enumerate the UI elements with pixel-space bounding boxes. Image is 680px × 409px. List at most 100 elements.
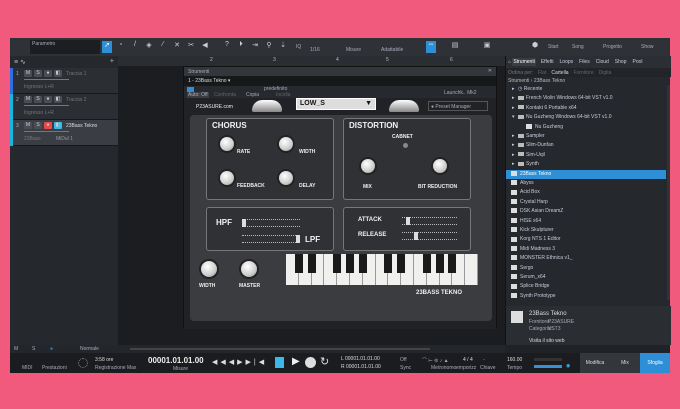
white-key[interactable] — [465, 254, 478, 285]
rewind-buttons-icon[interactable]: ◀◀◀▶▶|◀ — [212, 358, 267, 366]
browser-item[interactable]: Splice Bridge — [506, 282, 666, 291]
hpf-slider[interactable] — [242, 219, 300, 227]
add-track-icon[interactable]: + — [110, 58, 114, 65]
list-icon[interactable]: ≡ — [14, 59, 18, 66]
expand-arrow-icon[interactable]: ▸ — [512, 151, 515, 160]
width-master-knob[interactable] — [201, 261, 217, 277]
browser-item[interactable]: ▸ French Violin Windows 64-bit VST v1.0 — [506, 94, 666, 103]
browser-tab[interactable]: Effetti — [540, 58, 555, 66]
sort-option[interactable]: Fornitore — [574, 70, 594, 76]
black-key[interactable] — [448, 254, 457, 273]
browser-tab[interactable]: Files — [578, 58, 591, 66]
input-select[interactable]: Ingresso L+R — [24, 84, 54, 90]
black-key[interactable] — [346, 254, 354, 273]
solo-button[interactable]: S — [34, 96, 42, 103]
mix-knob[interactable] — [361, 159, 375, 173]
release-slider[interactable] — [402, 232, 457, 240]
song-button[interactable]: Song — [572, 44, 584, 50]
zoom-icon[interactable]: ⚲ — [264, 41, 274, 49]
midi-channel-select[interactable]: MiDul 1 — [56, 136, 73, 142]
snap-select[interactable]: Adattabile — [381, 47, 403, 53]
input-select[interactable]: 23Bass — [24, 136, 41, 142]
feedback-knob[interactable] — [220, 171, 234, 185]
project-button[interactable]: Progetto — [603, 44, 622, 50]
browser-item[interactable]: 23Bass Tekno — [506, 169, 666, 179]
slider-thumb[interactable] — [296, 235, 300, 243]
track-name[interactable]: Traccia 1 — [66, 71, 86, 77]
expand-arrow-icon[interactable]: ▸ — [512, 85, 515, 94]
browser-item[interactable]: MONSTER Ethnica v1_ — [506, 254, 666, 263]
black-key[interactable] — [294, 254, 303, 273]
help-icon[interactable]: ? — [222, 41, 232, 48]
browser-item[interactable]: HISE x64 — [506, 217, 666, 226]
browser-item[interactable]: Abyss — [506, 179, 666, 188]
volume-slider[interactable] — [24, 131, 69, 132]
paint-tool-icon[interactable]: ⁄ — [158, 41, 168, 48]
bit-reduction-knob[interactable] — [433, 159, 447, 173]
monitor-icon[interactable]: ● — [50, 346, 53, 352]
split-tool-icon[interactable]: ✂ — [186, 41, 196, 49]
delay-knob[interactable] — [279, 171, 293, 185]
master-volume-slider[interactable] — [534, 365, 562, 368]
metronome-label[interactable]: Metronomo — [431, 365, 456, 371]
record-mode-select[interactable]: Normale — [80, 346, 99, 352]
browse-button[interactable]: Sfoglia — [640, 353, 670, 373]
website-link[interactable]: Visita il sito web — [529, 338, 564, 344]
record-button[interactable] — [305, 357, 316, 368]
autoscroll-icon[interactable]: ⏵ — [236, 41, 246, 49]
tempo-value[interactable]: 160.00 — [507, 357, 522, 363]
browser-item[interactable]: Serum_x64 — [506, 273, 666, 282]
master-knob[interactable] — [241, 261, 257, 277]
browser-item[interactable]: Crystal Harp — [506, 198, 666, 207]
eraser-tool-icon[interactable]: ◈ — [144, 41, 154, 49]
loop-left[interactable]: 00001.01.01.00 — [345, 356, 380, 362]
time-signature[interactable]: 4 / 4 — [463, 357, 473, 363]
browser-item[interactable]: Midi Madness 3 — [506, 245, 666, 254]
solo-button[interactable]: S — [34, 122, 42, 129]
metronome-icons[interactable]: ⌒ ⊢ ⊚ ♪ ▲ — [422, 357, 449, 364]
volume-slider[interactable] — [24, 79, 69, 80]
black-key[interactable] — [422, 254, 431, 273]
plugin-window-titlebar[interactable]: Strumenti ✕ — [184, 67, 496, 76]
attack-slider[interactable] — [402, 217, 457, 225]
lpf-slider[interactable] — [242, 235, 300, 243]
mute-button[interactable]: M — [24, 96, 32, 103]
expand-arrow-icon[interactable]: ▸ — [512, 160, 515, 169]
channel-icon[interactable]: ▣ — [482, 41, 492, 49]
browser-tab[interactable]: Cloud — [595, 58, 610, 66]
browser-scrollbar[interactable] — [667, 85, 670, 300]
browser-item[interactable]: Korg NTS 1 Editor — [506, 235, 666, 244]
sync-toggle[interactable]: Off — [400, 357, 407, 363]
solo-button[interactable]: S — [34, 70, 42, 77]
timeline-ruler[interactable]: 2 3 4 5 6 — [118, 56, 505, 66]
site-link[interactable]: P23ASURE.com — [196, 104, 233, 110]
browser-item[interactable]: Nu Guzheng — [506, 123, 666, 132]
sort-option[interactable]: Digita — [599, 70, 612, 76]
arrow-tool-icon[interactable]: ➚ — [102, 41, 112, 53]
key-value[interactable]: - — [483, 357, 485, 363]
sort-option[interactable]: Flat — [538, 70, 546, 76]
expand-arrow-icon[interactable]: ▸ — [512, 104, 515, 113]
stop-button[interactable] — [275, 357, 284, 368]
mute-button[interactable]: M — [24, 70, 32, 77]
play-button[interactable]: ▶ — [292, 356, 300, 367]
browser-item[interactable]: ▸ Slim-Dunfan — [506, 141, 666, 150]
cabinet-toggle[interactable] — [403, 143, 408, 148]
snap-icon[interactable]: ⇣ — [278, 41, 288, 49]
browser-item[interactable]: ▸ Kontakt 6 Portable x64 — [506, 104, 666, 113]
monitor-button[interactable]: ◧ — [54, 96, 62, 103]
input-select[interactable]: Ingresso L+R — [24, 110, 54, 116]
record-arm-button[interactable]: ● — [44, 122, 52, 129]
loop-button[interactable]: ↻ — [320, 355, 329, 368]
range-tool-icon[interactable]: ▫ — [116, 41, 126, 48]
parameter-select[interactable]: Parametro — [30, 40, 100, 54]
browser-item[interactable]: Acid Box — [506, 188, 666, 197]
modify-button[interactable]: Modifica — [580, 353, 610, 373]
snap-toggle-icon[interactable]: ⇔ — [426, 41, 436, 53]
browser-tab[interactable]: Pool — [631, 58, 643, 66]
browser-item[interactable]: DSK Asian DreamZ — [506, 207, 666, 216]
mute-tool-icon[interactable]: ✕ — [172, 41, 182, 49]
arrange-view[interactable]: 2 3 4 5 6 Strumenti ✕ 1 - 23Bass Tekno ▾ … — [118, 56, 505, 345]
slider-thumb[interactable] — [414, 232, 418, 240]
record-arm-button[interactable]: ● — [44, 70, 52, 77]
